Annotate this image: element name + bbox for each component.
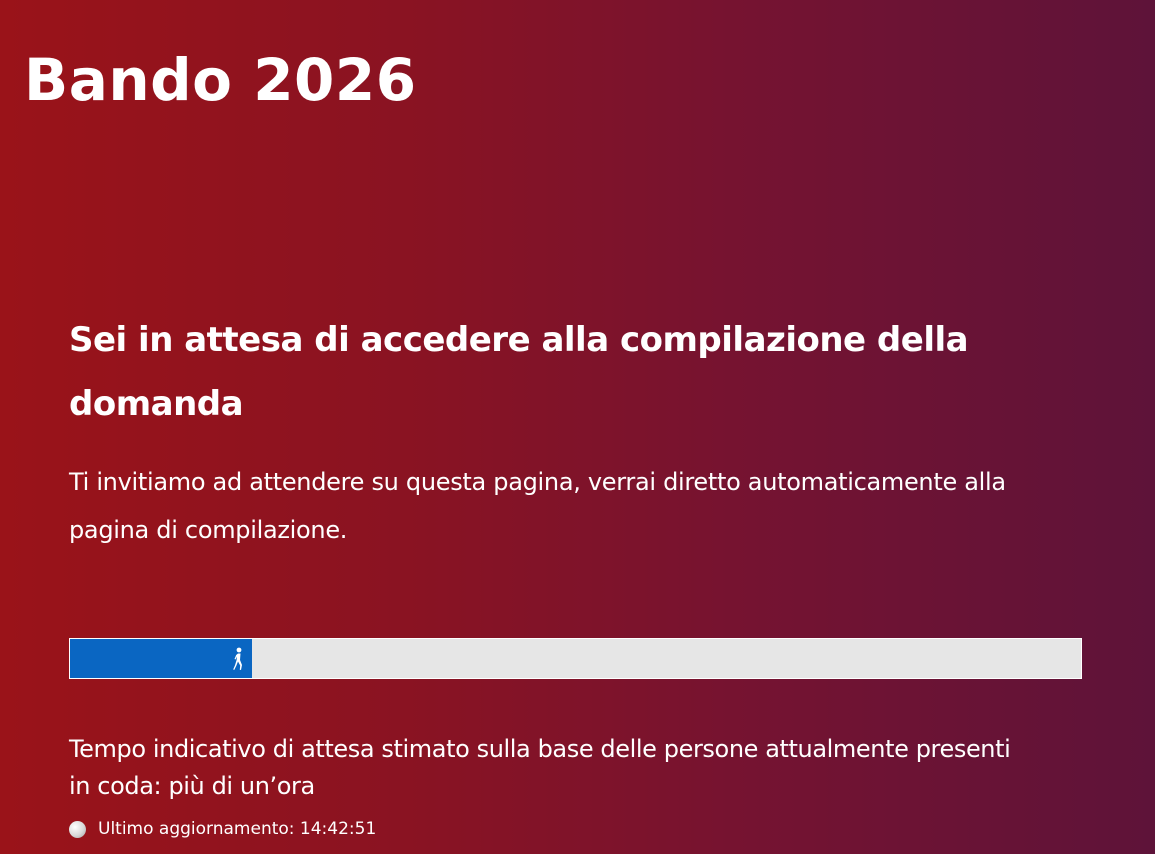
queue-progress-bar [69, 638, 1082, 679]
status-dot-icon [69, 820, 86, 838]
last-update-label: Ultimo aggiornamento: 14:42:51 [98, 819, 377, 839]
queue-heading: Sei in attesa di accedere alla compilazi… [69, 320, 969, 424]
wait-estimate: Tempo indicativo di attesa stimato sulla… [69, 735, 1011, 800]
last-update-row: Ultimo aggiornamento: 14:42:51 [69, 817, 376, 841]
queue-progress-fill [70, 639, 252, 678]
queue-instructions: Ti invitiamo ad attendere su questa pagi… [69, 468, 1006, 544]
page-title: Bando 2026 [24, 46, 417, 114]
walking-person-icon [233, 647, 242, 670]
queue-panel: Sei in attesa di accedere alla compilazi… [69, 308, 1084, 554]
